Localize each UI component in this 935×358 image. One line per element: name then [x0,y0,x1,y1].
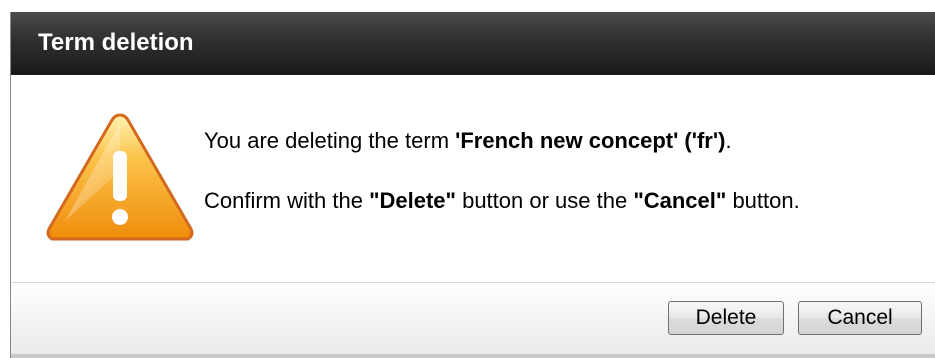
dialog-titlebar[interactable]: Term deletion [11,12,935,75]
delete-reference: "Delete" [369,188,456,213]
message-line-1: You are deleting the term 'French new co… [204,127,732,154]
page-background [0,0,935,12]
cancel-reference: "Cancel" [633,188,727,213]
dialog-title: Term deletion [38,29,194,56]
message-line-2: Confirm with the "Delete" button or use … [204,187,884,214]
message-text: . [725,128,732,153]
dialog-footer: Delete Cancel [11,282,935,358]
cancel-button[interactable]: Cancel [798,301,922,335]
term-deletion-dialog: Term deletion You are deleting the term … [10,12,935,358]
message-text: button or use the [455,188,634,213]
footer-edge [11,354,935,358]
message-text: You are deleting the term [204,128,456,153]
warning-icon [46,113,194,241]
delete-button[interactable]: Delete [668,301,784,335]
dialog-body: You are deleting the term 'French new co… [11,75,935,282]
message-text: button. [726,188,800,213]
term-name: 'French new concept' ('fr') [455,128,726,153]
message-text: Confirm with the [204,188,370,213]
